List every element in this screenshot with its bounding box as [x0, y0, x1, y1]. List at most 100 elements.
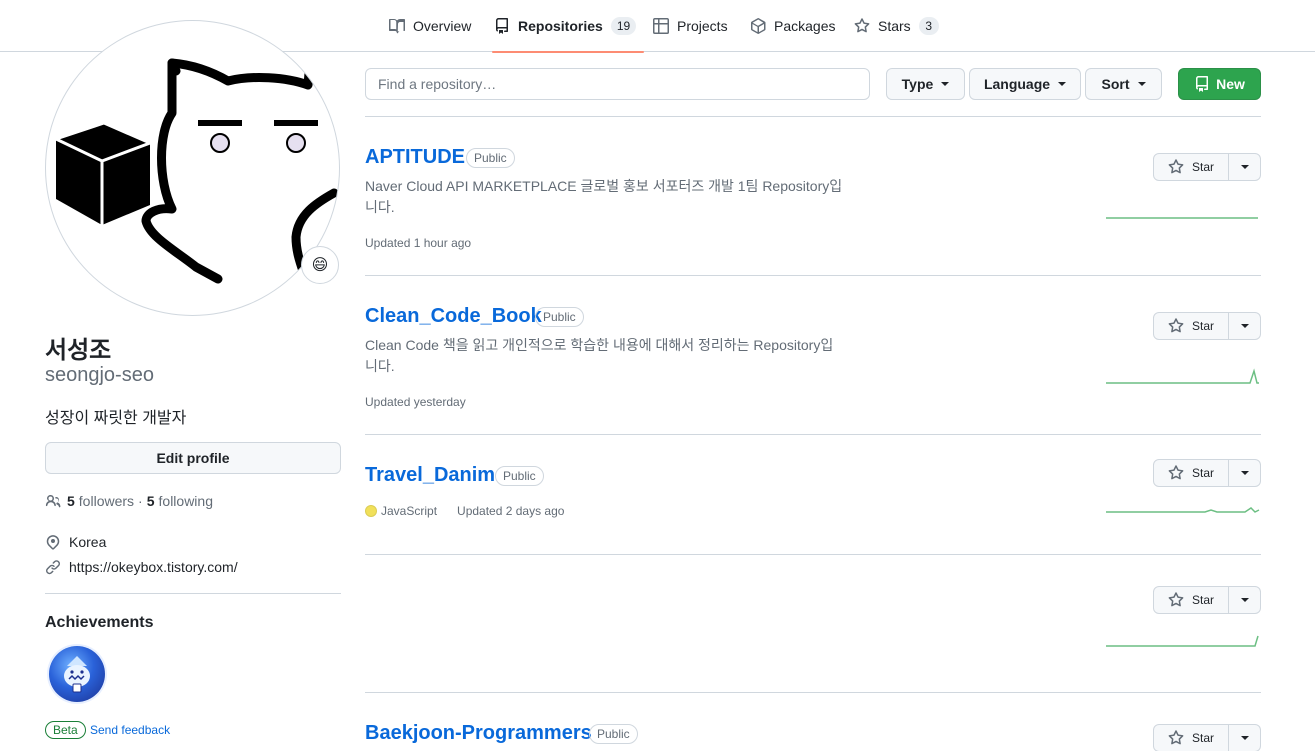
send-feedback-link[interactable]: Send feedback [90, 723, 170, 737]
star-list-dropdown[interactable] [1229, 312, 1261, 340]
repo-updated-time: Updated yesterday [365, 395, 466, 409]
repo-divider [365, 434, 1261, 435]
star-button[interactable]: Star [1153, 586, 1229, 614]
language-filter-label: Language [983, 76, 1051, 92]
sort-dropdown[interactable]: Sort [1085, 68, 1162, 100]
star-label: Star [1191, 731, 1214, 745]
tab-projects[interactable]: Projects [653, 0, 728, 52]
star-list-dropdown[interactable] [1229, 724, 1261, 751]
repo-description: Naver Cloud API MARKETPLACE 글로벌 홍보 서포터즈 … [365, 178, 843, 215]
repo-list-top-divider [365, 116, 1261, 117]
star-button-group: Star [1153, 153, 1261, 181]
location-text: Korea [69, 534, 107, 550]
repo-description: Clean Code 책을 읽고 개인적으로 학습한 내용에 대해서 정리하는 … [365, 337, 834, 374]
star-icon [1168, 465, 1184, 480]
repo-language: JavaScript [381, 504, 438, 518]
website-link[interactable]: https://okeybox.tistory.com/ [69, 559, 238, 575]
language-filter-dropdown[interactable]: Language [969, 68, 1081, 100]
beta-label: Beta [45, 721, 86, 739]
table-icon [653, 18, 669, 34]
website-row: https://okeybox.tistory.com/ [45, 559, 238, 575]
new-repository-button[interactable]: New [1178, 68, 1261, 100]
find-repository-input[interactable] [365, 68, 870, 100]
star-button-group: Star [1153, 724, 1261, 751]
location-row: Korea [45, 534, 106, 550]
activity-sparkline [1106, 635, 1259, 647]
star-button-group: Star [1153, 586, 1261, 614]
package-icon [751, 18, 766, 34]
chevron-down-icon [1240, 598, 1249, 602]
followers-link[interactable]: followers [79, 493, 134, 509]
chevron-down-icon [941, 82, 950, 86]
tab-projects-label: Projects [677, 18, 728, 34]
following-link[interactable]: following [159, 493, 213, 509]
profile-bio: 성장이 짜릿한 개발자 [45, 410, 187, 427]
activity-sparkline [1106, 368, 1259, 384]
tab-stars[interactable]: Stars 3 [854, 0, 939, 52]
link-icon [46, 560, 61, 575]
repo-meta: Updated yesterday [365, 395, 466, 409]
star-button[interactable]: Star [1153, 724, 1229, 751]
activity-sparkline [1106, 217, 1258, 219]
profile-fullname: 서성조 [45, 337, 112, 364]
star-label: Star [1191, 319, 1214, 333]
avatar[interactable] [45, 20, 340, 316]
visibility-badge: Public [495, 466, 544, 486]
language-color-dot [365, 505, 377, 517]
repo-name-link[interactable]: Clean_Code_Book [365, 305, 542, 328]
star-icon [1168, 592, 1184, 607]
star-label: Star [1191, 466, 1214, 480]
tab-packages-label: Packages [774, 18, 836, 34]
star-button[interactable]: Star [1153, 459, 1229, 487]
repo-name-link[interactable]: APTITUDE [365, 146, 465, 169]
repo-meta: Updated 1 hour ago [365, 236, 471, 250]
chevron-down-icon [1137, 82, 1146, 86]
repo-icon [496, 18, 508, 34]
tab-packages[interactable]: Packages [750, 0, 835, 52]
follow-separator: · [138, 493, 143, 509]
tab-overview[interactable]: Overview [389, 0, 471, 52]
repo-name-link[interactable]: Baekjoon-Programmers [365, 722, 592, 745]
visibility-badge: Public [589, 724, 638, 744]
edit-profile-button[interactable]: Edit profile [45, 442, 341, 474]
avatar-cat-box-illustration [55, 56, 339, 292]
visibility-badge: Public [535, 307, 584, 327]
chevron-down-icon [1240, 471, 1249, 475]
star-button-group: Star [1153, 459, 1261, 487]
repo-icon [1196, 76, 1209, 92]
star-list-dropdown[interactable] [1229, 586, 1261, 614]
star-button[interactable]: Star [1153, 153, 1229, 181]
shark-badge-icon [64, 656, 90, 693]
star-list-dropdown[interactable] [1229, 153, 1261, 181]
status-emoji-button[interactable]: 😄 [301, 246, 339, 284]
stars-count-badge: 3 [918, 17, 939, 35]
tab-repositories[interactable]: Repositories 19 [491, 0, 645, 53]
tab-stars-label: Stars [878, 18, 911, 34]
type-filter-dropdown[interactable]: Type [886, 68, 965, 100]
repo-divider [365, 275, 1261, 276]
chevron-down-icon [1240, 324, 1249, 328]
star-list-dropdown[interactable] [1229, 459, 1261, 487]
activity-sparkline [1106, 507, 1260, 513]
star-icon [1168, 159, 1184, 174]
chevron-down-icon [1058, 82, 1067, 86]
followers-count[interactable]: 5 [67, 493, 75, 509]
repo-divider [365, 692, 1261, 693]
star-icon [1168, 318, 1184, 333]
follow-stats: 5 followers · 5 following [45, 493, 213, 509]
achievement-badge[interactable] [49, 646, 105, 702]
star-button[interactable]: Star [1153, 312, 1229, 340]
repo-name-link[interactable]: Travel_Danim [365, 464, 495, 487]
star-label: Star [1191, 160, 1214, 174]
sort-label: Sort [1101, 76, 1130, 92]
sidebar-divider [45, 593, 341, 594]
people-icon [45, 495, 61, 508]
repo-meta: JavaScript Updated 2 days ago [365, 504, 564, 518]
book-icon [389, 19, 405, 34]
type-filter-label: Type [901, 76, 934, 92]
profile-username: seongjo-seo [45, 364, 154, 386]
new-button-label: New [1216, 76, 1245, 92]
tab-repositories-label: Repositories [518, 18, 603, 34]
following-count[interactable]: 5 [147, 493, 155, 509]
location-icon [46, 535, 60, 550]
